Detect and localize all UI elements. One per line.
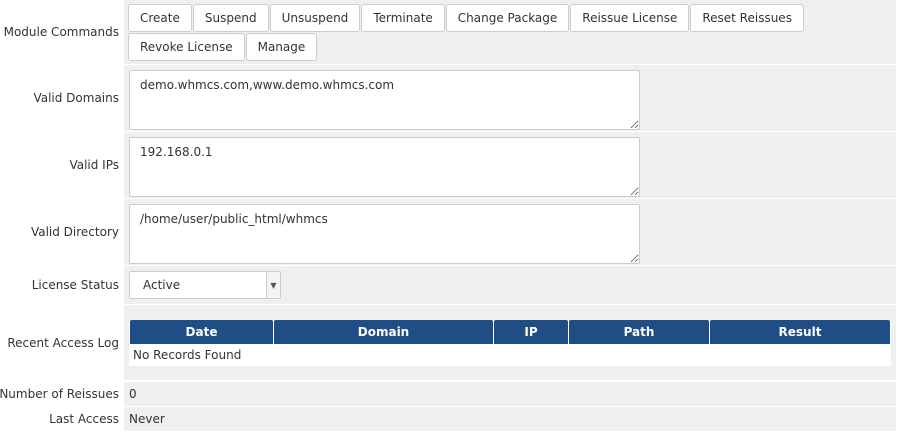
license-status-select[interactable]: Active ▼ [129, 271, 281, 299]
create-button[interactable]: Create [128, 4, 192, 32]
terminate-button[interactable]: Terminate [361, 4, 445, 32]
module-commands-field: Create Suspend Unsuspend Terminate Chang… [124, 0, 896, 64]
license-status-label: License Status [0, 266, 124, 304]
number-of-reissues-field: 0 [124, 382, 896, 406]
module-command-buttons: Create Suspend Unsuspend Terminate Chang… [128, 4, 880, 62]
number-of-reissues-row: Number of Reissues 0 [0, 382, 900, 406]
valid-directory-label: Valid Directory [0, 199, 124, 265]
valid-domains-textarea[interactable]: demo.whmcs.com,www.demo.whmcs.com [129, 70, 640, 130]
module-commands-row: Module Commands Create Suspend Unsuspend… [0, 0, 900, 64]
valid-directory-field: /home/user/public_html/whmcs [124, 199, 896, 265]
column-header-date: Date [130, 320, 273, 344]
recent-access-log-label: Recent Access Log [0, 305, 124, 380]
no-records-message: No Records Found [130, 344, 890, 366]
valid-directory-textarea[interactable]: /home/user/public_html/whmcs [129, 204, 640, 264]
column-header-path: Path [569, 320, 709, 344]
valid-ips-label: Valid IPs [0, 132, 124, 198]
license-status-row: License Status Active ▼ [0, 266, 900, 304]
valid-domains-field: demo.whmcs.com,www.demo.whmcs.com [124, 65, 896, 131]
valid-directory-row: Valid Directory /home/user/public_html/w… [0, 199, 900, 265]
change-package-button[interactable]: Change Package [445, 4, 570, 32]
valid-ips-field: 192.168.0.1 [124, 132, 896, 198]
license-status-selected-value: Active [143, 278, 181, 292]
valid-domains-row: Valid Domains demo.whmcs.com,www.demo.wh… [0, 65, 900, 131]
unsuspend-button[interactable]: Unsuspend [269, 4, 361, 32]
recent-access-log-field: Date Domain IP Path Result No Records Fo… [124, 305, 896, 380]
column-header-domain: Domain [274, 320, 493, 344]
manage-button[interactable]: Manage [245, 33, 318, 61]
table-row: No Records Found [130, 344, 890, 366]
module-commands-label: Module Commands [0, 0, 124, 64]
column-header-ip: IP [494, 320, 568, 344]
reissue-license-button[interactable]: Reissue License [570, 4, 690, 32]
chevron-down-icon[interactable]: ▼ [266, 272, 280, 298]
last-access-value: Never [129, 412, 165, 426]
recent-access-log-row: Recent Access Log Date Domain IP Path Re… [0, 305, 900, 380]
reset-reissues-button[interactable]: Reset Reissues [690, 4, 804, 32]
number-of-reissues-label: Number of Reissues [0, 382, 124, 406]
access-log-table: Date Domain IP Path Result No Records Fo… [129, 320, 891, 366]
last-access-field: Never [124, 407, 896, 431]
number-of-reissues-value: 0 [129, 387, 137, 401]
column-header-result: Result [710, 320, 890, 344]
license-details-form: Module Commands Create Suspend Unsuspend… [0, 0, 900, 432]
valid-ips-row: Valid IPs 192.168.0.1 [0, 132, 900, 198]
valid-domains-label: Valid Domains [0, 65, 124, 131]
suspend-button[interactable]: Suspend [192, 4, 269, 32]
revoke-license-button[interactable]: Revoke License [128, 33, 245, 61]
table-header-row: Date Domain IP Path Result [130, 320, 890, 344]
last-access-row: Last Access Never [0, 407, 900, 431]
valid-ips-textarea[interactable]: 192.168.0.1 [129, 137, 640, 197]
last-access-label: Last Access [0, 407, 124, 431]
license-status-field: Active ▼ [124, 266, 896, 304]
